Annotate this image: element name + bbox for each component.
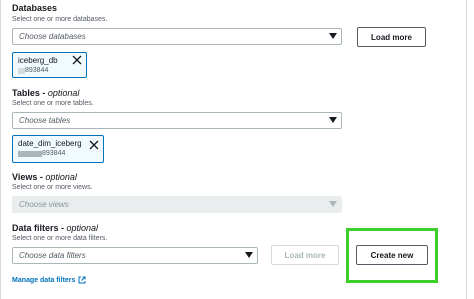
tables-description: Select one or more tables. <box>12 100 94 107</box>
databases-load-more-button[interactable]: Load more <box>357 27 426 47</box>
masked-text <box>18 151 42 157</box>
views-select: Choose views <box>12 196 342 213</box>
caret-down-icon <box>329 33 337 39</box>
databases-select-placeholder: Choose databases <box>19 32 86 41</box>
views-label: Views - optional <box>12 172 77 182</box>
data-filters-description: Select one or more data filters. <box>12 235 108 242</box>
tables-label: Tables - optional <box>12 88 80 98</box>
data-filters-select[interactable]: Choose data filters <box>12 247 258 264</box>
token-name: date_dim_iceberg <box>18 139 82 148</box>
views-select-placeholder: Choose views <box>19 200 69 209</box>
databases-select[interactable]: Choose databases <box>12 28 342 45</box>
manage-data-filters-label: Manage data filters <box>12 276 76 284</box>
database-token-iceberg-db: iceberg_db 893844 <box>12 52 87 78</box>
token-account-id: 893844 <box>25 67 49 74</box>
tables-select-placeholder: Choose tables <box>19 116 71 125</box>
caret-down-icon <box>245 252 253 258</box>
views-description: Select one or more views. <box>12 184 93 191</box>
caret-down-icon <box>329 117 337 123</box>
panel-border-right <box>466 0 467 299</box>
create-new-button[interactable]: Create new <box>356 245 428 265</box>
manage-data-filters-link[interactable]: Manage data filters <box>12 276 86 284</box>
databases-label: Databases <box>12 3 58 13</box>
close-icon[interactable] <box>89 140 99 150</box>
databases-description: Select one or more databases. <box>12 16 108 23</box>
external-link-icon <box>78 276 86 284</box>
token-account-id: 893844 <box>42 150 66 157</box>
tables-select[interactable]: Choose tables <box>12 112 342 129</box>
close-icon[interactable] <box>72 55 82 65</box>
caret-down-icon <box>329 201 337 207</box>
masked-text <box>18 68 25 74</box>
panel-border-left <box>0 0 1 299</box>
token-name: iceberg_db <box>18 56 58 65</box>
table-token-date-dim-iceberg: date_dim_iceberg 893844 <box>12 135 104 163</box>
data-filters-select-placeholder: Choose data filters <box>19 251 86 260</box>
data-filters-label: Data filters - optional <box>12 223 99 233</box>
data-filters-load-more-button: Load more <box>271 245 339 265</box>
